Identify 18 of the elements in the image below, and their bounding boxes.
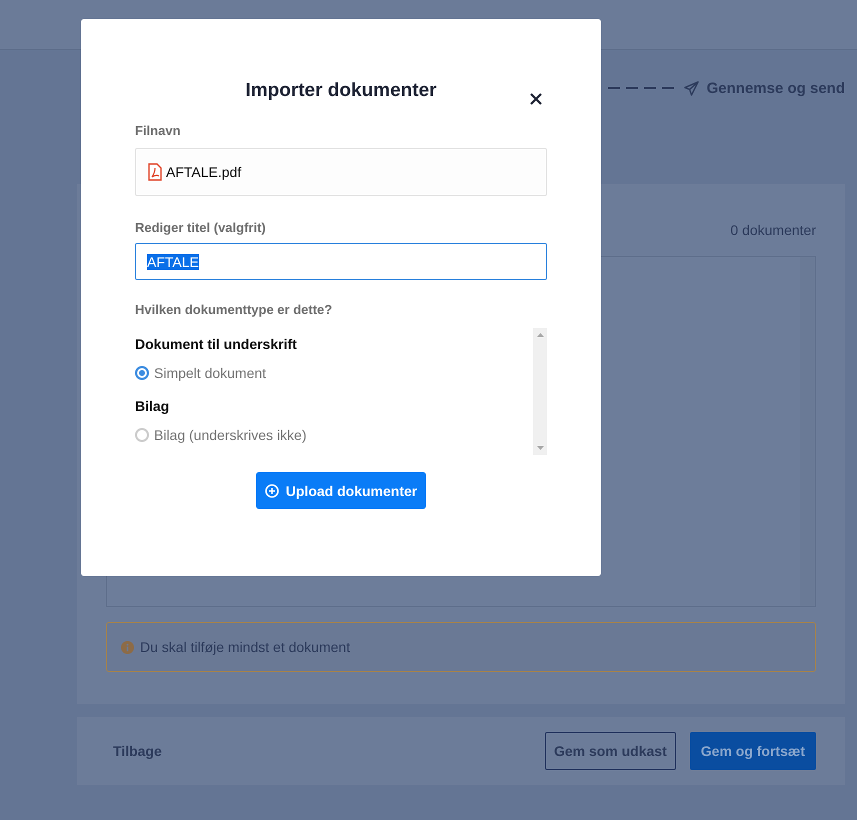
title-input[interactable]: AFTALE [135, 243, 547, 280]
document-count: 0 dokumenter [730, 222, 816, 240]
save-draft-button[interactable]: Gem som udkast [544, 732, 676, 770]
back-link[interactable]: Tilbage [113, 743, 531, 759]
group-heading: Bilag [135, 398, 170, 416]
option-label: Bilag (underskrives ikke) [154, 427, 306, 443]
option-label: Simpelt dokument [154, 365, 266, 381]
radio-option[interactable]: Bilag (underskrives ikke) [135, 426, 533, 444]
upload-button[interactable]: Upload dokumenter [256, 472, 426, 509]
field-label: Rediger titel (valgfrit) [135, 220, 267, 236]
filename-text: AFTALE.pdf [166, 164, 242, 180]
question-label: Hvilken dokumenttype er dette? [135, 302, 334, 318]
field-label: Filnavn [135, 123, 182, 139]
group-heading: Dokument til underskrift [135, 336, 298, 354]
save-continue-button[interactable]: Gem og fortsæt [690, 732, 816, 770]
modal-title: Importer dokumenter [245, 79, 437, 103]
radio-option[interactable]: Simpelt dokument [135, 364, 533, 382]
warning-text: Du skal tilføje mindst et dokument [140, 639, 350, 655]
